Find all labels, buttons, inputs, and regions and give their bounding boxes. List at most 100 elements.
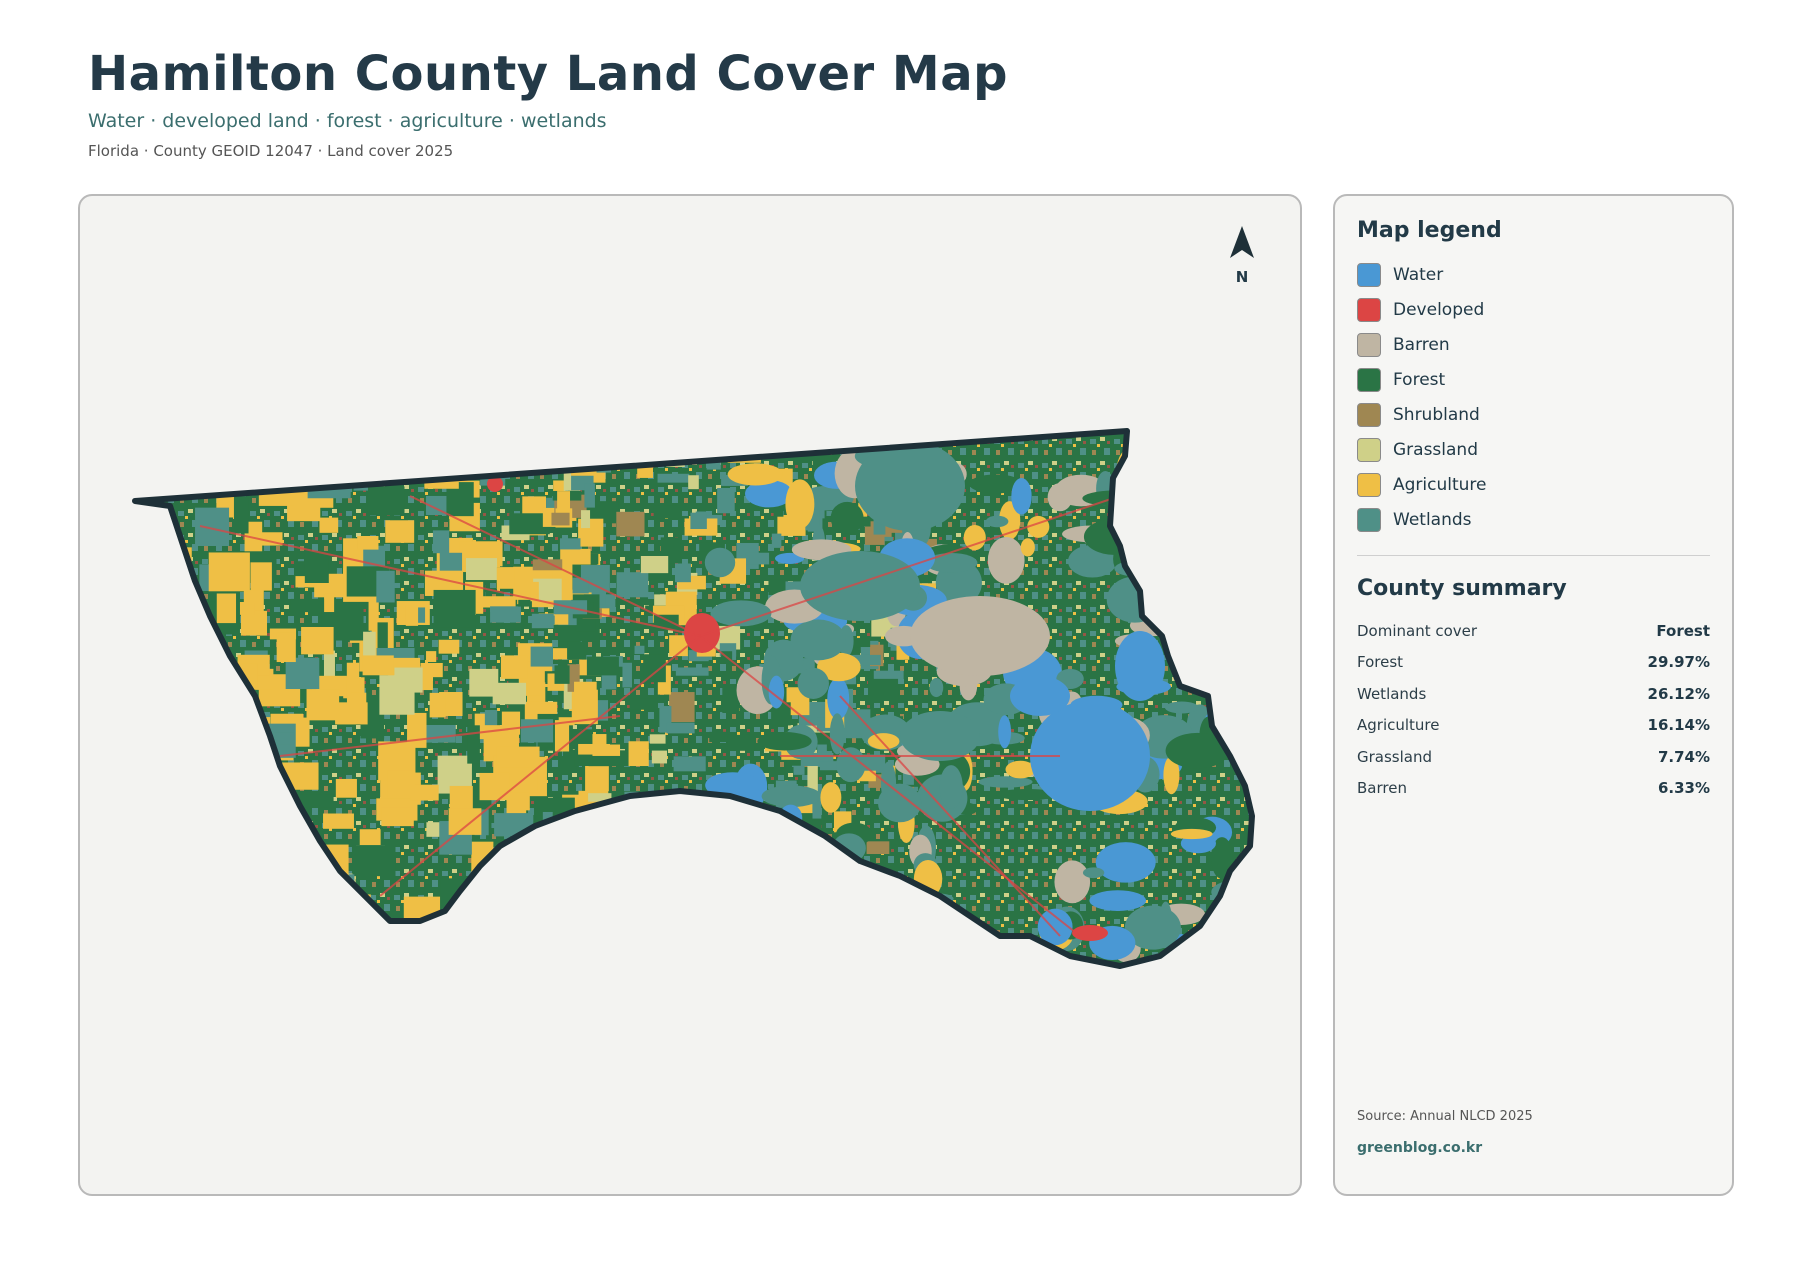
legend-item: Water bbox=[1357, 257, 1710, 292]
east-patch bbox=[1188, 936, 1214, 966]
agriculture-patch bbox=[208, 552, 250, 592]
mixed-patch bbox=[578, 743, 611, 755]
east-patch bbox=[1217, 906, 1230, 918]
mixed-patch bbox=[581, 510, 591, 529]
mixed-patch bbox=[649, 734, 666, 744]
agriculture-patch bbox=[285, 657, 320, 690]
east-patch bbox=[998, 715, 1012, 749]
agriculture-patch bbox=[270, 847, 296, 869]
mixed-patch bbox=[567, 851, 600, 874]
summary-label: Dominant cover bbox=[1357, 621, 1478, 640]
agriculture-patch bbox=[323, 813, 354, 829]
agriculture-patch bbox=[381, 807, 414, 827]
legend-title: Map legend bbox=[1357, 218, 1502, 243]
agriculture-patch bbox=[405, 605, 419, 626]
wetland-area bbox=[855, 441, 965, 531]
east-patch bbox=[726, 943, 742, 959]
agriculture-patch bbox=[249, 901, 278, 922]
legend-swatch bbox=[1357, 297, 1381, 322]
mixed-patch bbox=[649, 801, 676, 819]
mixed-patch bbox=[582, 450, 595, 469]
map-panel[interactable] bbox=[78, 194, 1302, 1196]
east-patch bbox=[1214, 461, 1252, 508]
mixed-patch bbox=[662, 437, 684, 456]
mixed-patch bbox=[651, 750, 668, 764]
east-patch bbox=[1089, 890, 1147, 911]
east-patch bbox=[987, 536, 1025, 584]
legend-list: Water Developed Barren Forest Shrubland Grass… bbox=[1357, 257, 1710, 537]
agriculture-patch bbox=[189, 661, 218, 683]
east-patch bbox=[1180, 503, 1215, 535]
east-patch bbox=[754, 930, 778, 957]
summary-value: 16.14% bbox=[1647, 716, 1710, 735]
legend-label: Grassland bbox=[1393, 439, 1478, 460]
east-patch bbox=[1162, 612, 1226, 646]
agriculture-patch bbox=[362, 655, 394, 676]
mixed-patch bbox=[673, 756, 706, 772]
mixed-patch bbox=[601, 674, 617, 690]
legend-swatch bbox=[1357, 472, 1381, 497]
agriculture-patch bbox=[268, 792, 280, 826]
divider bbox=[1357, 555, 1710, 556]
agriculture-patch bbox=[250, 905, 286, 927]
east-patch bbox=[1168, 534, 1213, 577]
mixed-patch bbox=[868, 678, 899, 701]
agriculture-patch bbox=[438, 639, 460, 654]
summary-value: 29.97% bbox=[1647, 653, 1710, 672]
agriculture-patch bbox=[566, 877, 605, 894]
agriculture-patch bbox=[589, 835, 609, 870]
mixed-patch bbox=[556, 821, 570, 832]
east-patch bbox=[728, 891, 756, 907]
summary-row: Grassland 7.74% bbox=[1357, 741, 1710, 773]
mixed-patch bbox=[706, 442, 721, 470]
east-patch bbox=[1114, 561, 1153, 577]
agriculture-patch bbox=[177, 795, 188, 829]
east-patch bbox=[756, 858, 817, 909]
legend-label: Agriculture bbox=[1393, 474, 1487, 495]
mixed-patch bbox=[626, 836, 648, 864]
source-note: Source: Annual NLCD 2025 bbox=[1357, 1109, 1533, 1124]
agriculture-patch bbox=[379, 675, 415, 715]
legend-label: Barren bbox=[1393, 334, 1450, 355]
agriculture-patch bbox=[237, 889, 253, 929]
land-cover-map[interactable] bbox=[80, 196, 1302, 1196]
east-patch bbox=[827, 677, 850, 720]
east-patch bbox=[1155, 592, 1206, 605]
east-patch bbox=[836, 747, 866, 783]
east-patch bbox=[915, 932, 938, 963]
north-label: N bbox=[1235, 268, 1249, 286]
summary-label: Barren bbox=[1357, 779, 1407, 798]
agriculture-patch bbox=[226, 864, 249, 876]
agriculture-patch bbox=[363, 452, 406, 474]
agriculture-patch bbox=[202, 696, 243, 737]
agriculture-patch bbox=[252, 836, 270, 855]
agriculture-patch bbox=[202, 806, 243, 837]
agriculture-patch bbox=[301, 446, 345, 483]
east-patch bbox=[830, 501, 864, 535]
side-panel: Map legend Water Developed Barren Forest Shr… bbox=[1333, 194, 1734, 1196]
barren-area bbox=[910, 596, 1050, 676]
agriculture-patch bbox=[276, 632, 296, 663]
east-patch bbox=[1116, 446, 1151, 495]
agriculture-patch bbox=[563, 838, 607, 873]
agriculture-patch bbox=[195, 888, 224, 926]
mixed-patch bbox=[640, 555, 669, 574]
agriculture-patch bbox=[256, 845, 287, 858]
summary-value: 6.33% bbox=[1657, 779, 1710, 798]
east-patch bbox=[1142, 554, 1172, 595]
agriculture-patch bbox=[245, 899, 268, 939]
agriculture-patch bbox=[581, 864, 623, 885]
agriculture-patch bbox=[576, 883, 594, 894]
legend-item: Grassland bbox=[1357, 432, 1710, 467]
east-patch bbox=[716, 927, 752, 966]
east-patch bbox=[704, 547, 736, 578]
mixed-patch bbox=[651, 820, 679, 842]
agriculture-patch bbox=[556, 890, 587, 907]
mixed-patch bbox=[709, 731, 728, 743]
summary-table: Dominant cover Forest Forest 29.97% Wetlands… bbox=[1357, 615, 1710, 804]
mixed-patch bbox=[616, 840, 642, 853]
summary-row: Wetlands 26.12% bbox=[1357, 678, 1710, 710]
brand-link[interactable]: greenblog.co.kr bbox=[1357, 1140, 1482, 1156]
legend-item: Developed bbox=[1357, 292, 1710, 327]
summary-value: 26.12% bbox=[1647, 684, 1710, 703]
